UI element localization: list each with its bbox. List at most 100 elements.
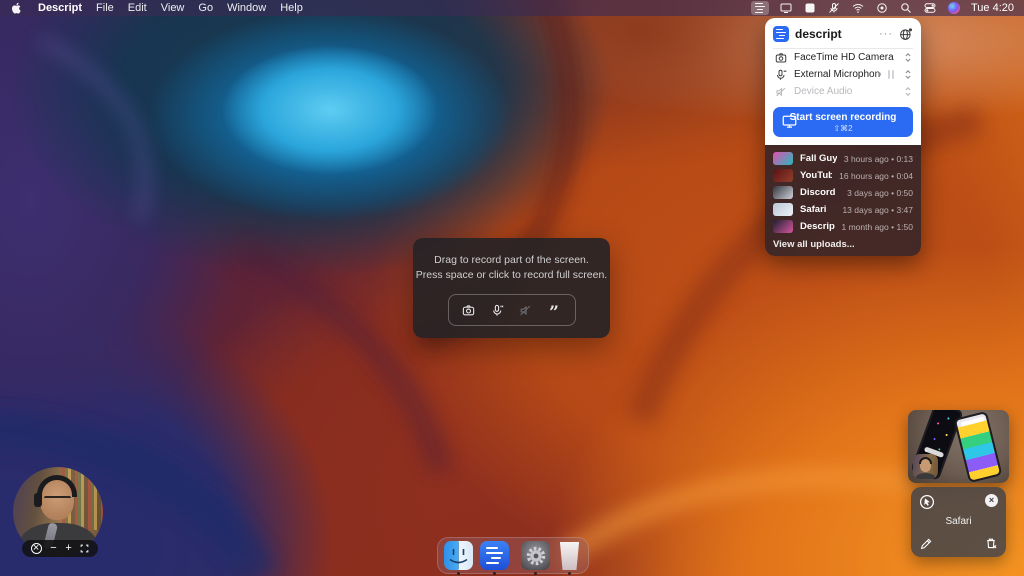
dock-item-finder[interactable] [444, 541, 473, 570]
recording-row[interactable]: YouTube 16 hours ago • 0:04 [773, 167, 913, 184]
dock-item-system-settings[interactable] [521, 541, 550, 570]
view-all-uploads-link[interactable]: View all uploads... [773, 239, 913, 250]
recording-preview-thumbnail[interactable] [908, 410, 1009, 483]
device-label: External Microphone [794, 69, 881, 80]
descript-recorder-panel: descript ··· FaceTime HD Camera [765, 18, 921, 256]
window-capture-card[interactable]: × Safari [911, 487, 1006, 557]
menu-view[interactable]: View [161, 2, 185, 14]
recording-row[interactable]: Safari 13 days ago • 3:47 [773, 201, 913, 218]
preview-phone-right [954, 411, 1003, 483]
recording-meta: 13 days ago • 3:47 [842, 205, 913, 215]
recording-meta: 16 hours ago • 0:04 [839, 171, 913, 181]
captions-quotes-icon[interactable]: ” [546, 302, 562, 318]
microphone-icon [774, 68, 787, 81]
webcam-fullscreen-button[interactable] [80, 544, 89, 553]
recording-thumbnail [773, 203, 793, 216]
running-indicator [534, 572, 537, 575]
menu-help[interactable]: Help [280, 2, 303, 14]
share-globe-icon[interactable] [899, 27, 913, 41]
control-center-icon[interactable] [923, 2, 937, 14]
chevron-updown-icon[interactable] [904, 52, 912, 63]
speaker-muted-icon [774, 85, 787, 98]
running-indicator [568, 572, 571, 575]
recording-meta: 1 month ago • 1:50 [842, 222, 914, 232]
webcam-headphone-earcup [34, 493, 42, 507]
recording-row[interactable]: Fall Guys 3 hours ago • 0:13 [773, 150, 913, 167]
mic-level-meter [888, 70, 895, 79]
webcam-glasses [44, 496, 71, 503]
webcam-controls: × − + [22, 540, 98, 557]
device-row-audio[interactable]: Device Audio [773, 83, 913, 100]
device-row-microphone[interactable]: External Microphone [773, 66, 913, 83]
recorder-panel-header: descript ··· [773, 24, 913, 49]
recording-title: YouTube [800, 170, 832, 181]
webcam-close-button[interactable]: × [31, 543, 42, 554]
screen-icon [782, 114, 797, 129]
panel-title: descript [795, 27, 873, 41]
running-indicator [457, 572, 460, 575]
camera-icon[interactable] [461, 302, 477, 318]
microphone-icon[interactable] [489, 302, 505, 318]
display-icon[interactable] [779, 2, 793, 14]
recording-row[interactable]: Descript 1 month ago • 1:50 [773, 218, 913, 235]
webcam-zoom-in-button[interactable]: + [65, 543, 71, 554]
menu-go[interactable]: Go [198, 2, 213, 14]
more-options-button[interactable]: ··· [879, 28, 893, 40]
record-button-label: Start screen recording [790, 112, 897, 123]
close-window-card-icon[interactable]: × [985, 494, 998, 507]
menu-app-name[interactable]: Descript [38, 2, 82, 14]
menu-edit[interactable]: Edit [128, 2, 147, 14]
recording-title: Safari [800, 204, 835, 215]
menu-bar-clock[interactable]: Tue 4:20 [971, 2, 1014, 14]
screen-record-instruction-overlay: Drag to record part of the screen. Press… [413, 238, 610, 338]
start-screen-recording-button[interactable]: Start screen recording ⇧⌘2 [773, 107, 913, 137]
input-source-icon[interactable]: A [803, 2, 817, 14]
mic-muted-icon[interactable] [827, 2, 841, 14]
desktop: Descript File Edit View Go Window Help A [0, 0, 1024, 576]
menu-bar-status: A Tue 4:20 [751, 0, 1014, 16]
record-status-icon[interactable] [875, 2, 889, 14]
descript-menu-icon[interactable] [751, 1, 769, 15]
apple-icon[interactable] [10, 2, 24, 14]
finder-icon [444, 541, 473, 570]
dock-item-descript[interactable] [480, 541, 509, 570]
running-indicator [493, 572, 496, 575]
recording-thumbnail [773, 220, 793, 233]
select-window-icon[interactable] [919, 494, 935, 510]
descript-app-icon [480, 541, 509, 570]
system-settings-icon [521, 541, 550, 570]
spotlight-icon[interactable] [899, 2, 913, 14]
window-card-title: Safari [911, 516, 1006, 527]
recording-meta: 3 hours ago • 0:13 [844, 154, 913, 164]
device-row-camera[interactable]: FaceTime HD Camera [773, 49, 913, 66]
device-label: Device Audio [794, 86, 897, 97]
recording-meta: 3 days ago • 0:50 [847, 188, 913, 198]
webcam-zoom-out-button[interactable]: − [50, 543, 56, 554]
menu-bar-menus: Descript File Edit View Go Window Help [10, 0, 303, 16]
recording-title: Descript [800, 221, 835, 232]
recording-title: Fall Guys [800, 153, 837, 164]
audio-muted-icon[interactable] [518, 302, 534, 318]
menu-file[interactable]: File [96, 2, 114, 14]
menu-bar: Descript File Edit View Go Window Help A [0, 0, 1024, 16]
delete-trash-icon[interactable] [984, 536, 998, 550]
recent-recordings-list: Fall Guys 3 hours ago • 0:13 YouTube 16 … [765, 145, 921, 256]
chevron-updown-icon[interactable] [904, 69, 912, 80]
camera-icon [774, 51, 787, 64]
wifi-icon[interactable] [851, 2, 865, 14]
recording-thumbnail [773, 186, 793, 199]
device-label: FaceTime HD Camera [794, 52, 897, 63]
dock-item-trash[interactable] [557, 541, 582, 570]
preview-webcam-overlay [913, 454, 938, 479]
overlay-line-1: Drag to record part of the screen. [434, 253, 589, 268]
menu-window[interactable]: Window [227, 2, 266, 14]
recording-title: Discord [800, 187, 840, 198]
svg-text:A: A [808, 6, 813, 13]
recording-row[interactable]: Discord 3 days ago • 0:50 [773, 184, 913, 201]
recording-thumbnail [773, 169, 793, 182]
overlay-device-toggles: ” [448, 294, 576, 326]
dock [437, 537, 589, 574]
overlay-line-2: Press space or click to record full scre… [416, 268, 607, 283]
edit-pencil-icon[interactable] [919, 536, 933, 550]
siri-icon[interactable] [947, 2, 961, 14]
